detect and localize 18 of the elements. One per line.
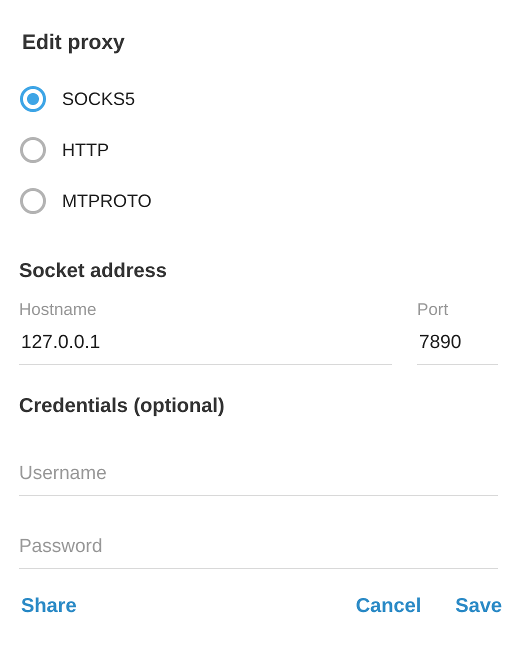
field-label: Hostname [19, 299, 98, 321]
password-field[interactable]: Password [19, 536, 498, 569]
port-field[interactable]: 7890 [417, 332, 498, 365]
username-field[interactable]: Username [19, 463, 498, 496]
proxy-type-option[interactable]: SOCKS5 [19, 83, 499, 115]
save-button[interactable]: Save [453, 593, 504, 620]
dialog-title: Edit proxy [22, 30, 126, 56]
radio-button[interactable] [20, 86, 46, 112]
hostname-field[interactable]: 127.0.0.1 [19, 332, 392, 365]
proxy-type-option[interactable]: HTTP [19, 134, 499, 166]
radio-button[interactable] [20, 188, 46, 214]
section-heading: Credentials (optional) [19, 394, 226, 419]
section-heading: Socket address [19, 259, 168, 284]
field-label: Port [417, 299, 450, 321]
share-button[interactable]: Share [19, 593, 79, 620]
radio-button[interactable] [20, 137, 46, 163]
cancel-button[interactable]: Cancel [354, 593, 424, 620]
proxy-type-option[interactable]: MTPROTO [19, 185, 499, 217]
